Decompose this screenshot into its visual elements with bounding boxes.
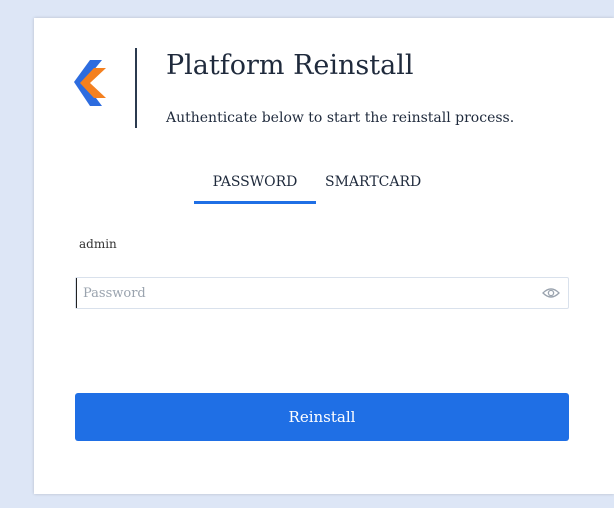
header-divider bbox=[135, 48, 137, 128]
reinstall-button[interactable]: Reinstall bbox=[75, 393, 569, 441]
eye-icon[interactable] bbox=[542, 286, 560, 300]
tab-smartcard[interactable]: SMARTCARD bbox=[325, 174, 421, 204]
page-title: Platform Reinstall bbox=[166, 50, 414, 81]
password-input[interactable] bbox=[76, 278, 536, 308]
username-label: admin bbox=[79, 237, 117, 251]
page-subtitle: Authenticate below to start the reinstal… bbox=[166, 110, 515, 126]
brand-logo-icon bbox=[74, 60, 106, 106]
login-card: Platform Reinstall Authenticate below to… bbox=[34, 18, 614, 494]
password-field bbox=[75, 277, 569, 309]
tab-password[interactable]: PASSWORD bbox=[194, 174, 316, 204]
